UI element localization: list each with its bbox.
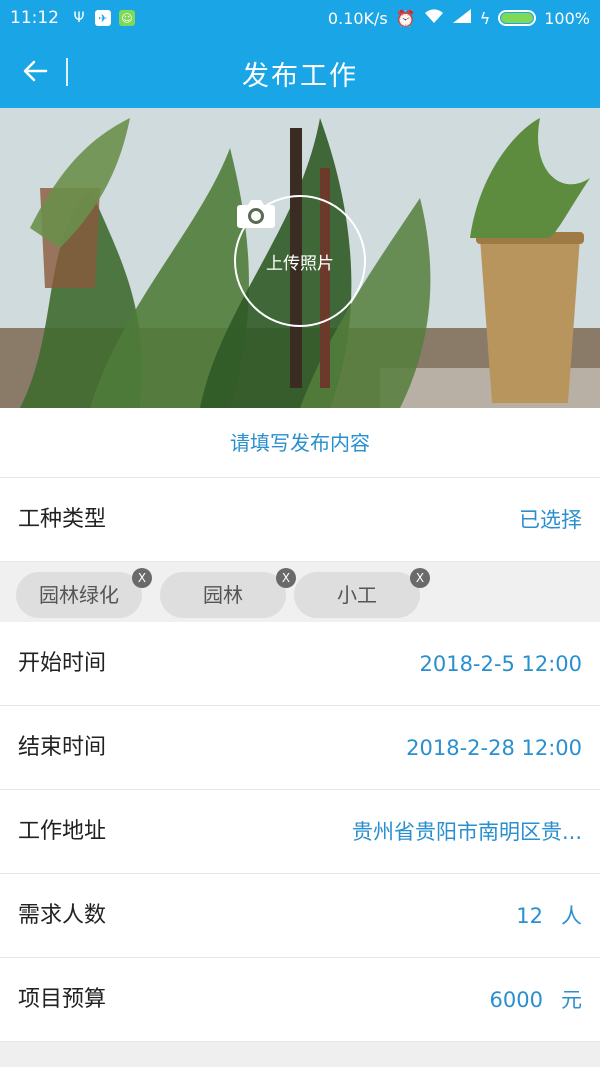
title-bar: 发布工作	[0, 36, 600, 108]
end-time-value[interactable]: 2018-2-28 12:00	[406, 706, 582, 790]
cover-photo[interactable]: 上传照片	[0, 108, 600, 408]
battery-icon	[498, 10, 537, 26]
job-type-value[interactable]: 已选择	[519, 478, 582, 562]
charging-icon: ϟ	[479, 8, 491, 28]
tag-item[interactable]: 园林 X	[160, 568, 296, 618]
tag-label: 小工	[337, 583, 377, 607]
usb-icon: Ψ	[73, 10, 85, 26]
form-hint: 请填写发布内容	[0, 408, 600, 478]
tag-label: 园林绿化	[39, 583, 119, 607]
headcount-input[interactable]: 12	[516, 904, 543, 928]
bird-app-icon: ✈	[95, 10, 111, 26]
start-time-label: 开始时间	[18, 651, 107, 676]
tag-label: 园林	[203, 583, 243, 607]
headcount-unit: 人	[561, 904, 582, 928]
upload-photo-button[interactable]: 上传照片	[234, 195, 366, 327]
headcount-label: 需求人数	[18, 903, 107, 928]
status-bar: 11:12 Ψ ✈ ☺ 0.10K/s ⏰ ϟ 100%	[0, 0, 600, 36]
wifi-icon	[424, 8, 444, 28]
android-app-icon: ☺	[119, 10, 135, 26]
start-time-row[interactable]: 开始时间 2018-2-5 12:00	[0, 622, 600, 706]
address-label: 工作地址	[18, 819, 107, 844]
camera-icon	[237, 200, 275, 228]
start-time-value[interactable]: 2018-2-5 12:00	[419, 622, 582, 706]
tag-item[interactable]: 小工 X	[294, 568, 430, 618]
end-time-label: 结束时间	[18, 735, 107, 760]
tag-item[interactable]: 园林绿化 X	[16, 568, 152, 618]
headcount-value-group: 12 人	[516, 874, 582, 958]
network-speed: 0.10K/s	[327, 8, 388, 28]
budget-input[interactable]: 6000	[490, 988, 543, 1012]
job-type-row[interactable]: 工种类型 已选择	[0, 478, 600, 562]
remove-tag-button[interactable]: X	[132, 568, 152, 588]
address-value[interactable]: 贵州省贵阳市南明区贵...	[352, 790, 582, 874]
headcount-row[interactable]: 需求人数 12 人	[0, 874, 600, 958]
alarm-icon: ⏰	[395, 8, 416, 28]
budget-label: 项目预算	[18, 987, 107, 1012]
status-time: 11:12	[10, 8, 59, 28]
remove-tag-button[interactable]: X	[276, 568, 296, 588]
signal-icon	[452, 8, 472, 28]
remove-tag-button[interactable]: X	[410, 568, 430, 588]
battery-percent: 100%	[544, 8, 590, 28]
upload-photo-label: 上传照片	[266, 253, 334, 274]
job-type-label: 工种类型	[18, 507, 107, 532]
address-row[interactable]: 工作地址 贵州省贵阳市南明区贵...	[0, 790, 600, 874]
budget-row[interactable]: 项目预算 6000 元	[0, 958, 600, 1042]
end-time-row[interactable]: 结束时间 2018-2-28 12:00	[0, 706, 600, 790]
bottom-spacer	[0, 1045, 600, 1067]
job-type-tags: 园林绿化 X 园林 X 小工 X	[0, 562, 600, 622]
page-title: 发布工作	[242, 61, 358, 92]
budget-value-group: 6000 元	[490, 958, 582, 1042]
budget-unit: 元	[561, 988, 582, 1012]
